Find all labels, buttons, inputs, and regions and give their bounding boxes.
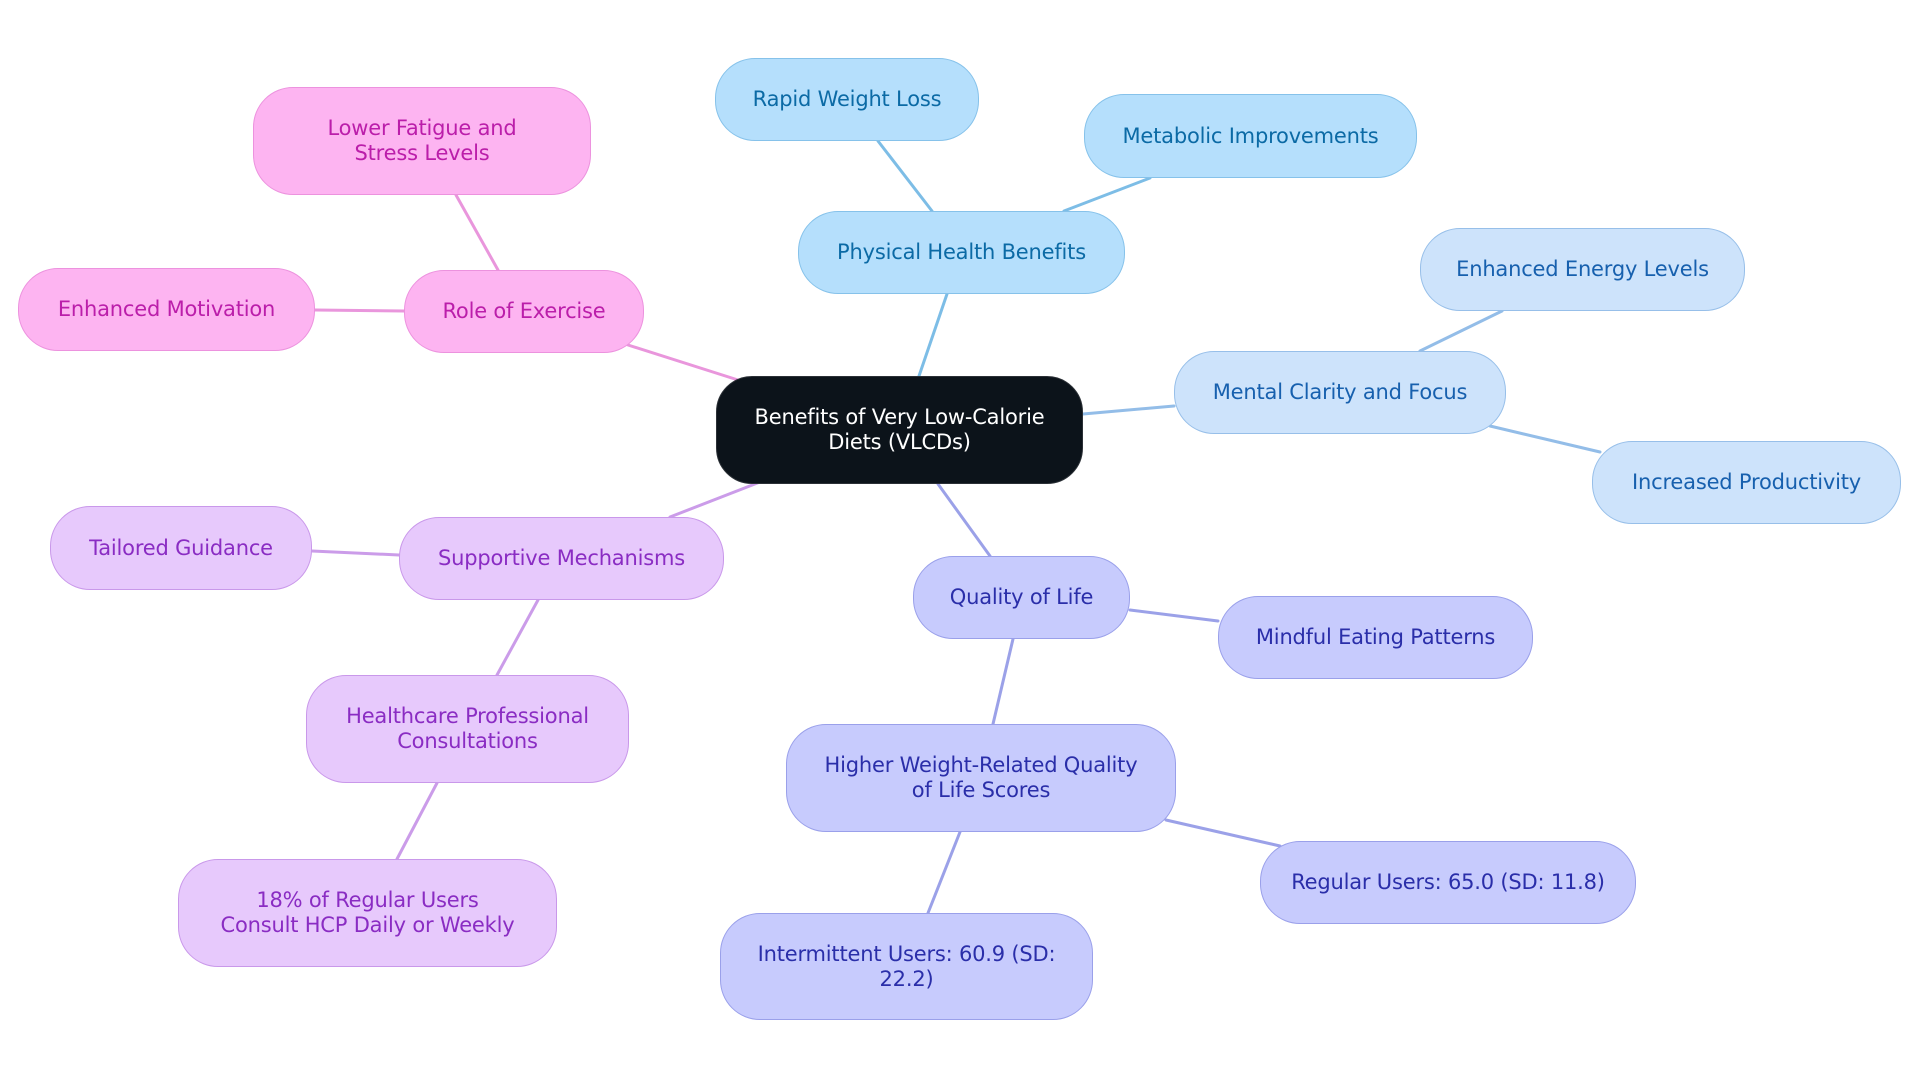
node-increased-productivity[interactable]: Increased Productivity bbox=[1592, 441, 1901, 524]
node-supportive-mechanisms[interactable]: Supportive Mechanisms bbox=[399, 517, 724, 600]
node-label: Higher Weight-Related Quality of Life Sc… bbox=[824, 753, 1138, 802]
node-label: Supportive Mechanisms bbox=[438, 546, 685, 570]
node-label: Physical Health Benefits bbox=[837, 240, 1086, 264]
edge-wrqol-intermittent bbox=[926, 830, 962, 915]
edge-exercise-fatigue bbox=[454, 193, 500, 272]
edge-supportive-tailored bbox=[310, 549, 401, 557]
node-label: Mental Clarity and Focus bbox=[1212, 380, 1468, 404]
node-higher-weight-related-qol-scores[interactable]: Higher Weight-Related Quality of Life Sc… bbox=[786, 724, 1176, 832]
edge-exercise-motivation bbox=[313, 308, 406, 313]
node-label: Quality of Life bbox=[949, 585, 1094, 609]
edge-qol-mindful bbox=[1128, 608, 1220, 623]
node-18-percent-regular-users-consult-hcp[interactable]: 18% of Regular Users Consult HCP Daily o… bbox=[178, 859, 557, 967]
node-tailored-guidance[interactable]: Tailored Guidance bbox=[50, 506, 312, 590]
edge-supportive-hcp bbox=[495, 598, 540, 677]
edge-wrqol-regular bbox=[1164, 818, 1282, 848]
mind-map-canvas: Benefits of Very Low-Calorie Diets (VLCD… bbox=[0, 0, 1920, 1083]
node-regular-users-score[interactable]: Regular Users: 65.0 (SD: 11.8) bbox=[1260, 841, 1636, 924]
node-label: Intermittent Users: 60.9 (SD: 22.2) bbox=[757, 941, 1056, 991]
edge-physical-rapid bbox=[876, 139, 934, 213]
node-label: 18% of Regular Users Consult HCP Daily o… bbox=[220, 888, 515, 937]
edge-hcp-hcp18 bbox=[395, 781, 439, 861]
root-node-label: Benefits of Very Low-Calorie Diets (VLCD… bbox=[754, 405, 1045, 454]
node-label: Regular Users: 65.0 (SD: 11.8) bbox=[1291, 870, 1605, 894]
edge-root-mental bbox=[1081, 404, 1176, 416]
node-mental-clarity-and-focus[interactable]: Mental Clarity and Focus bbox=[1174, 351, 1506, 434]
edge-physical-metabolic bbox=[1062, 176, 1152, 213]
node-label: Metabolic Improvements bbox=[1122, 123, 1379, 148]
edge-mental-energy bbox=[1418, 309, 1504, 353]
node-enhanced-motivation[interactable]: Enhanced Motivation bbox=[18, 268, 315, 351]
node-label: Rapid Weight Loss bbox=[752, 87, 942, 111]
edge-root-physical bbox=[917, 292, 949, 378]
node-label: Enhanced Energy Levels bbox=[1456, 257, 1709, 281]
edge-root-supportive bbox=[668, 480, 762, 519]
node-lower-fatigue-and-stress-levels[interactable]: Lower Fatigue and Stress Levels bbox=[253, 87, 591, 195]
node-label: Lower Fatigue and Stress Levels bbox=[327, 116, 517, 165]
root-node[interactable]: Benefits of Very Low-Calorie Diets (VLCD… bbox=[716, 376, 1083, 484]
edge-root-qol bbox=[936, 482, 992, 558]
node-enhanced-energy-levels[interactable]: Enhanced Energy Levels bbox=[1420, 228, 1745, 311]
node-label: Mindful Eating Patterns bbox=[1255, 625, 1496, 649]
edge-mental-productivity bbox=[1488, 424, 1602, 454]
node-label: Increased Productivity bbox=[1632, 470, 1861, 494]
node-label: Enhanced Motivation bbox=[57, 297, 276, 321]
node-label: Healthcare Professional Consultations bbox=[346, 704, 589, 753]
node-label: Role of Exercise bbox=[442, 299, 606, 323]
node-rapid-weight-loss[interactable]: Rapid Weight Loss bbox=[715, 58, 979, 141]
node-intermittent-users-score[interactable]: Intermittent Users: 60.9 (SD: 22.2) bbox=[720, 913, 1093, 1020]
edge-root-exercise bbox=[626, 343, 740, 382]
node-mindful-eating-patterns[interactable]: Mindful Eating Patterns bbox=[1218, 596, 1533, 679]
node-role-of-exercise[interactable]: Role of Exercise bbox=[404, 270, 644, 353]
node-label: Tailored Guidance bbox=[89, 535, 273, 560]
node-quality-of-life[interactable]: Quality of Life bbox=[913, 556, 1130, 639]
node-metabolic-improvements[interactable]: Metabolic Improvements bbox=[1084, 94, 1417, 178]
node-physical-health-benefits[interactable]: Physical Health Benefits bbox=[798, 211, 1125, 294]
node-healthcare-professional-consultations[interactable]: Healthcare Professional Consultations bbox=[306, 675, 629, 783]
edge-qol-wrqol bbox=[991, 637, 1015, 726]
